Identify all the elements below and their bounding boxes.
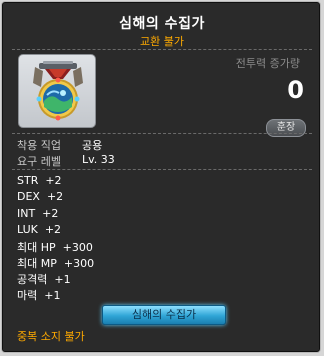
requirement-job: 착용 직업 공용 [17,137,102,153]
divider-stats [12,169,312,170]
stat-max-hp: 최대 HP +300 [17,241,93,254]
requirement-level: 요구 레벨 Lv. 33 [17,153,115,169]
requirement-level-value: Lv. 33 [82,153,115,166]
set-name-badge: 심해의 수집가 [102,305,226,325]
requirement-job-value: 공용 [82,139,103,152]
divider-mid [12,133,312,134]
stat-attack: 공격력 +1 [17,273,71,286]
unique-equip-note: 중복 소지 불가 [17,330,85,343]
medal-type-button[interactable]: 훈장 [266,119,306,137]
requirement-job-label: 착용 직업 [17,139,61,152]
combat-power-label: 전투력 증가량 [235,57,300,70]
divider-top [12,49,312,50]
deep-sea-collector-medal-icon [33,61,83,121]
stat-dex: DEX +2 [17,190,64,203]
stat-int: INT +2 [17,207,59,220]
item-name: 심해의 수집가 [119,16,205,32]
combat-power-value: 0 [287,76,304,104]
stat-str: STR +2 [17,174,62,187]
trade-status: 교환 불가 [140,35,184,48]
stat-max-mp: 최대 MP +300 [17,257,95,270]
item-tooltip: 심해의 수집가 교환 불가 전투력 증가량 0 훈장 착용 직업 공용 요구 레… [1,1,321,353]
item-icon-frame [18,54,96,128]
stat-magic: 마력 +1 [17,289,61,302]
stat-luk: LUK +2 [17,223,62,236]
requirement-level-label: 요구 레벨 [17,155,61,168]
